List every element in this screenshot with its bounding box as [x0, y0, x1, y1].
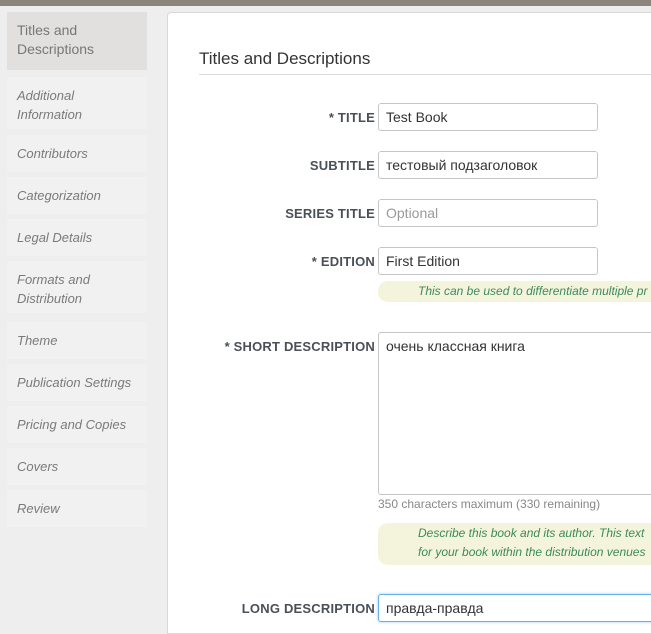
sidebar-item-categorization[interactable]: Categorization — [7, 177, 147, 214]
sidebar-item-formats-and-distribution[interactable]: Formats and Distribution — [7, 261, 147, 313]
hint-line-2: for your book within the distribution ve… — [418, 545, 646, 559]
sidebar-item-pricing-and-copies[interactable]: Pricing and Copies — [7, 406, 147, 443]
title-label: * TITLE — [328, 110, 375, 125]
subtitle-input[interactable] — [378, 151, 598, 179]
hint-line-1: Describe this book and its author. This … — [418, 526, 645, 540]
form-panel: Titles and Descriptions * TITLE SUBTITLE… — [167, 12, 651, 634]
sidebar-item-publication-settings[interactable]: Publication Settings — [7, 364, 147, 401]
sidebar: Titles and Descriptions Additional Infor… — [0, 6, 160, 623]
sidebar-item-additional-information[interactable]: Additional Information — [7, 77, 147, 129]
series-title-label: SERIES TITLE — [285, 206, 375, 221]
edition-input[interactable] — [378, 247, 598, 275]
title-divider — [199, 74, 651, 75]
short-description-textarea[interactable]: очень классная книга — [378, 332, 651, 495]
long-description-input[interactable] — [378, 594, 651, 622]
edition-hint: This can be used to differentiate multip… — [378, 281, 651, 302]
short-description-hint: Describe this book and its author. This … — [378, 523, 651, 565]
sidebar-item-titles-and-descriptions[interactable]: Titles and Descriptions — [7, 12, 147, 70]
long-description-label: LONG DESCRIPTION — [241, 601, 375, 616]
short-description-label: * SHORT DESCRIPTION — [224, 339, 375, 354]
sidebar-item-covers[interactable]: Covers — [7, 448, 147, 485]
character-counter: 350 characters maximum (330 remaining) — [378, 497, 601, 511]
title-input[interactable] — [378, 103, 598, 131]
edition-label: * EDITION — [311, 254, 375, 269]
page-title: Titles and Descriptions — [199, 49, 371, 68]
subtitle-label: SUBTITLE — [309, 158, 375, 173]
sidebar-item-contributors[interactable]: Contributors — [7, 135, 147, 172]
sidebar-item-review[interactable]: Review — [7, 490, 147, 527]
sidebar-item-theme[interactable]: Theme — [7, 322, 147, 359]
series-title-input[interactable] — [378, 199, 598, 227]
sidebar-item-legal-details[interactable]: Legal Details — [7, 219, 147, 256]
